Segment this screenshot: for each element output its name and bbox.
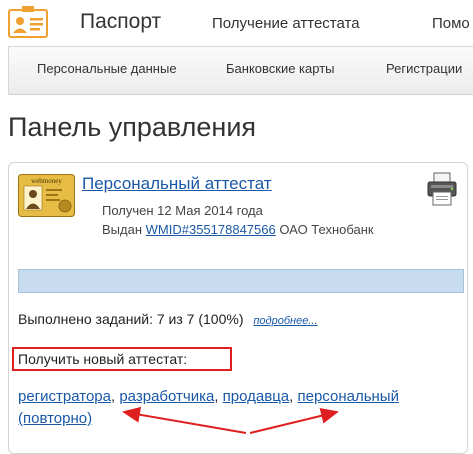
app-title[interactable]: Паспорт [80,10,161,34]
issued-prefix: Выдан [102,222,143,237]
nav-help[interactable]: Помо [432,15,470,32]
subnav-registrations[interactable]: Регистрации [386,61,462,76]
wmid-link[interactable]: WMID#355178847566 [146,222,276,237]
tasks-status: Выполнено заданий: 7 из 7 (100%) подробн… [18,311,318,327]
nav-get-certificate[interactable]: Получение аттестата [212,15,360,32]
issuer-name: ОАО Технобанк [279,222,374,237]
sub-navigation: Персональные данные Банковские карты Рег… [8,46,473,95]
link-seller[interactable]: продавца [223,388,289,405]
new-cert-links: регистратора, разработчика, продавца, пе… [18,388,399,427]
page-title: Панель управления [8,112,257,142]
new-cert-label: Получить новый аттестат: [18,351,188,367]
issued-line: Выдан WMID#355178847566 ОАО Технобанк [102,222,374,237]
subnav-bank-cards[interactable]: Банковские карты [226,61,335,76]
printer-icon[interactable] [427,172,457,206]
certificate-title-link[interactable]: Персональный аттестат [82,174,272,194]
top-bar: Паспорт Получение аттестата Помо [0,0,473,46]
link-developer[interactable]: разработчика [119,388,214,405]
badge-text: webmoney [31,177,62,185]
subnav-personal-data[interactable]: Персональные данные [37,61,177,76]
received-date: Получен 12 Мая 2014 года [102,203,263,218]
passport-logo-icon[interactable] [8,6,48,38]
certificate-badge-icon: webmoney [18,174,75,217]
progress-bar [18,269,464,293]
details-link[interactable]: подробнее... [253,315,317,327]
tasks-text: Выполнено заданий: 7 из 7 (100%) [18,311,244,327]
progress-fill [19,270,463,292]
link-registrar[interactable]: регистратора [18,388,111,405]
